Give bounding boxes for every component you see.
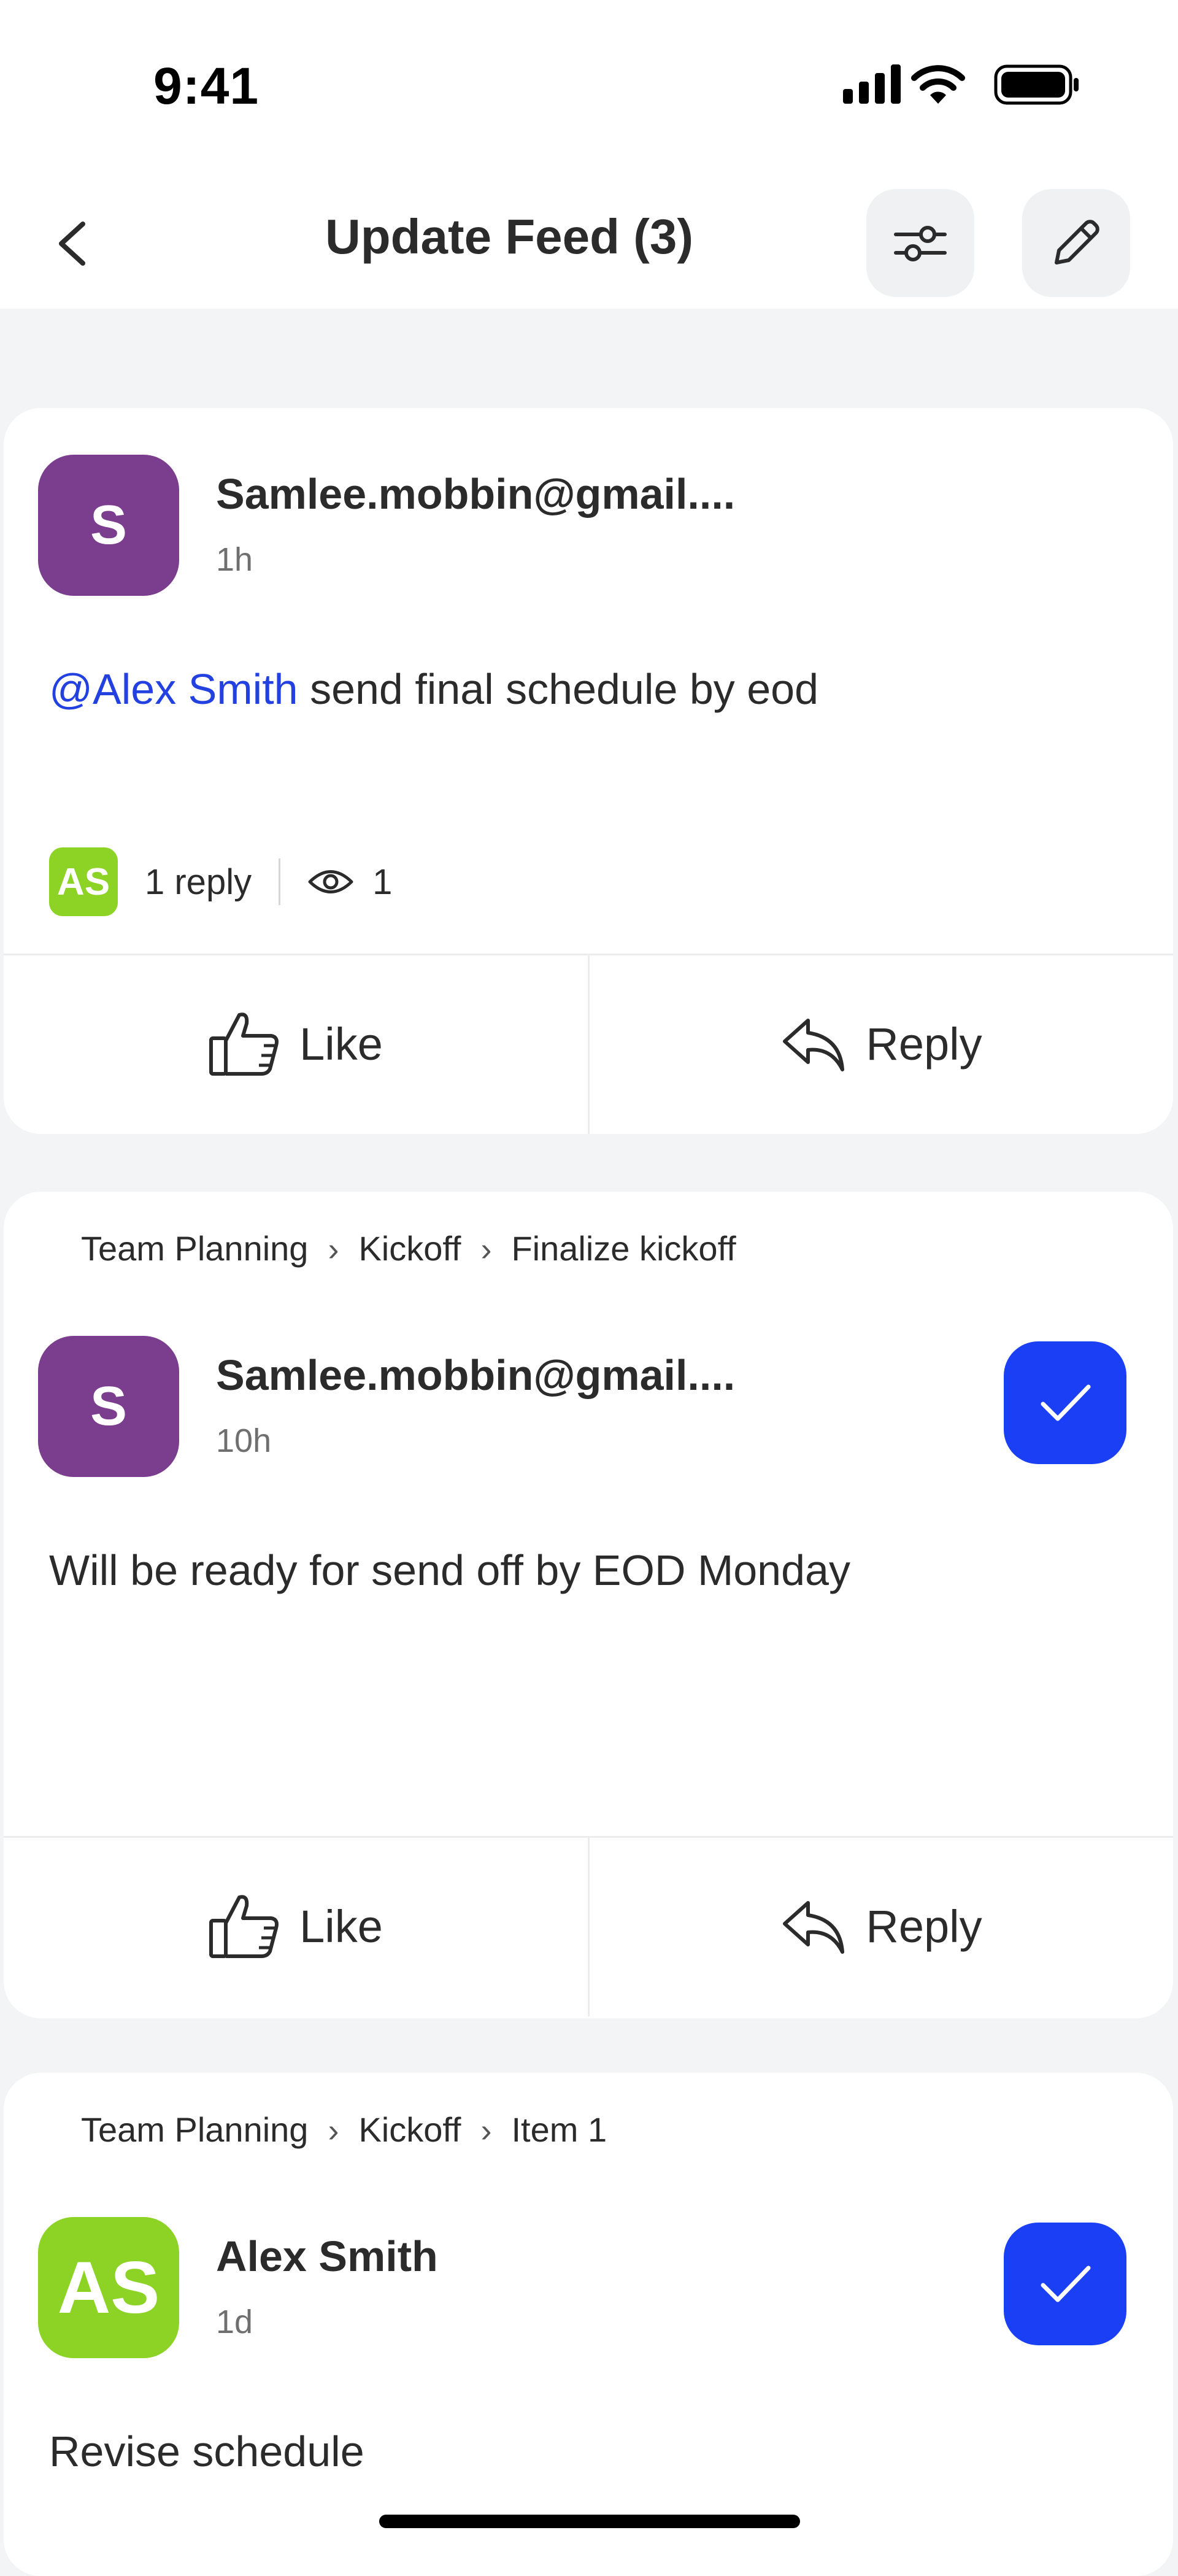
- thumbs-up-icon: [209, 1895, 279, 1958]
- wifi-icon: [911, 65, 965, 104]
- mention-link[interactable]: @Alex Smith: [49, 665, 298, 713]
- top-bar: 9:41 Update Feed (3): [0, 0, 1178, 309]
- feed-card-2: Team Planning › Kickoff › Finalize kickoff S…: [4, 1192, 1173, 2018]
- sliders-icon: [894, 226, 947, 261]
- reply-button[interactable]: Reply: [590, 954, 1172, 1134]
- breadcrumb-item[interactable]: Team Planning: [81, 1229, 308, 1268]
- status-time: 9:41: [153, 57, 260, 115]
- post-body: Will be ready for send off by EOD Monday: [49, 1546, 850, 1594]
- avatar: S: [38, 1336, 179, 1477]
- post-text: send final schedule by eod: [298, 665, 818, 713]
- battery-icon: [994, 64, 1079, 105]
- chevron-right-icon: ›: [480, 2112, 492, 2149]
- post-body: @Alex Smith send final schedule by eod: [49, 665, 818, 714]
- view-count: 1: [372, 862, 393, 902]
- complete-checkbox[interactable]: [1004, 1341, 1126, 1464]
- post-time: 1d: [216, 2304, 253, 2340]
- breadcrumb-item[interactable]: Kickoff: [358, 2110, 461, 2149]
- like-button[interactable]: Like: [4, 1836, 587, 2016]
- post-meta: AS 1 reply 1: [49, 847, 392, 916]
- thumbs-up-icon: [209, 1012, 279, 1076]
- reply-icon: [783, 1901, 845, 1954]
- meta-divider: [279, 858, 281, 905]
- reply-icon: [783, 1019, 845, 1071]
- cellular-signal-icon: [843, 64, 901, 104]
- breadcrumb-item[interactable]: Kickoff: [358, 1229, 461, 1268]
- post-body: Revise schedule: [49, 2428, 364, 2475]
- post-time: 1h: [216, 541, 253, 578]
- compose-button[interactable]: [1022, 189, 1130, 297]
- avatar: S: [38, 455, 179, 596]
- breadcrumb: Team Planning › Kickoff › Item 1: [81, 2110, 607, 2150]
- chevron-right-icon: ›: [328, 1231, 339, 1268]
- home-indicator: [379, 2515, 800, 2528]
- check-icon: [1041, 1384, 1091, 1421]
- post-author[interactable]: Samlee.mobbin@gmail....: [216, 469, 735, 519]
- reply-count[interactable]: 1 reply: [145, 862, 252, 903]
- like-label: Like: [299, 1900, 383, 1952]
- filter-button[interactable]: [866, 189, 974, 297]
- post-author[interactable]: Samlee.mobbin@gmail....: [216, 1351, 735, 1400]
- avatar: AS: [38, 2217, 179, 2358]
- feed-card-1: S Samlee.mobbin@gmail.... 1h @Alex Smith…: [4, 408, 1173, 1134]
- like-button[interactable]: Like: [4, 954, 587, 1134]
- like-label: Like: [299, 1018, 383, 1070]
- breadcrumb: Team Planning › Kickoff › Finalize kickoff: [81, 1228, 736, 1268]
- post-author[interactable]: Alex Smith: [216, 2232, 438, 2281]
- eye-icon: [308, 870, 353, 893]
- breadcrumb-item[interactable]: Finalize kickoff: [511, 1229, 736, 1268]
- breadcrumb-item[interactable]: Team Planning: [81, 2110, 308, 2149]
- complete-checkbox[interactable]: [1004, 2223, 1126, 2345]
- breadcrumb-item[interactable]: Item 1: [511, 2110, 607, 2149]
- reply-label: Reply: [866, 1018, 982, 1070]
- chevron-right-icon: ›: [480, 1231, 492, 1268]
- reply-label: Reply: [866, 1900, 982, 1952]
- post-time: 10h: [216, 1422, 272, 1459]
- page-title: Update Feed (3): [325, 209, 694, 264]
- feed-card-3: Team Planning › Kickoff › Item 1 AS Alex Smi…: [4, 2073, 1173, 2576]
- check-icon: [1041, 2266, 1091, 2302]
- reply-button[interactable]: Reply: [590, 1836, 1172, 2016]
- pencil-icon: [1055, 220, 1099, 264]
- chevron-right-icon: ›: [328, 2112, 339, 2149]
- reply-avatar: AS: [49, 847, 118, 916]
